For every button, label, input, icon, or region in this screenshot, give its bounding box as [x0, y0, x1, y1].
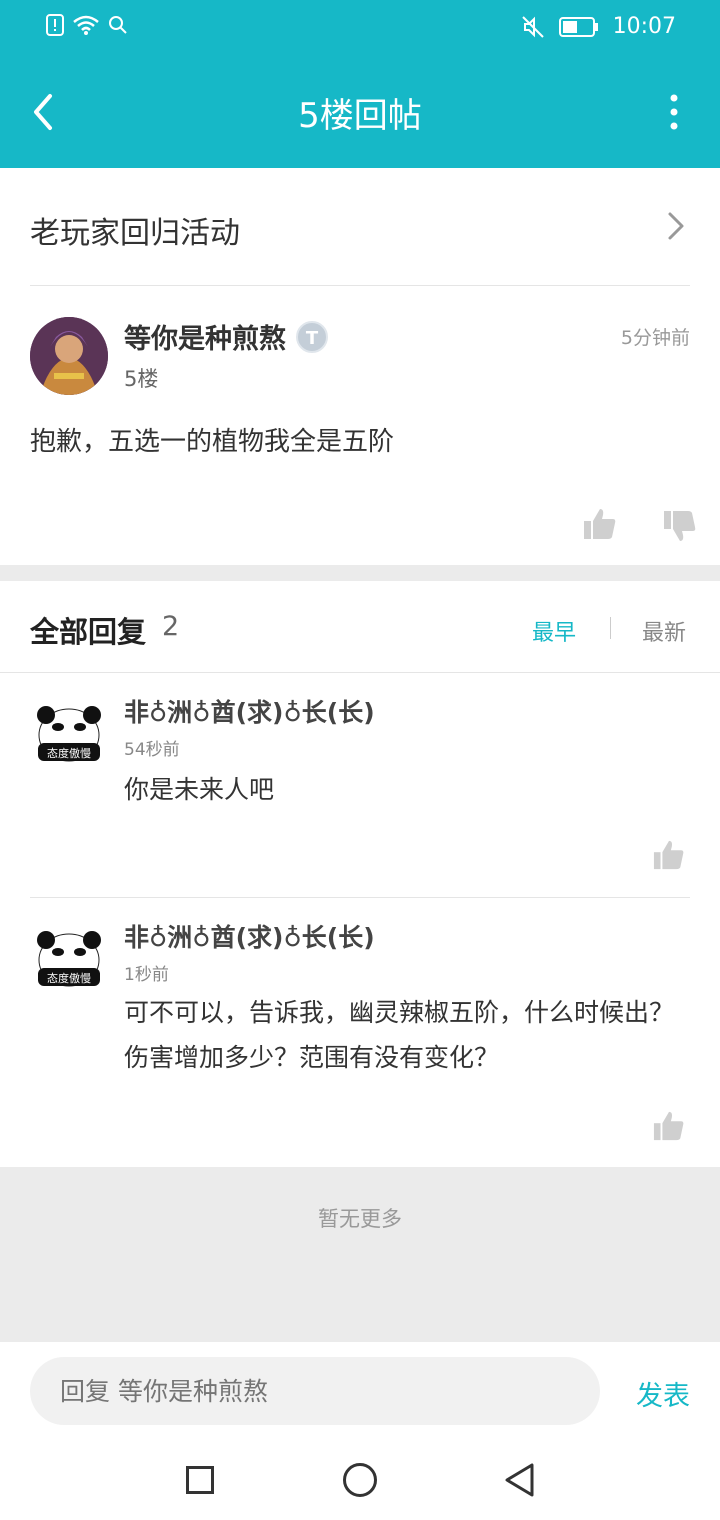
section-gap: [0, 565, 720, 581]
nav-bar: 5楼回帖: [0, 64, 720, 160]
home-icon[interactable]: [343, 1463, 377, 1497]
top-app-bar: 10:07 5楼回帖: [0, 0, 720, 168]
avatar-image: [30, 317, 108, 395]
sort-divider: [610, 617, 611, 639]
battery-icon: [558, 16, 598, 37]
status-time: 10:07: [612, 14, 676, 39]
reply-time: 54秒前: [124, 740, 180, 760]
recents-icon[interactable]: [186, 1466, 214, 1494]
avatar-caption: 态度傲慢: [47, 746, 91, 760]
post-username[interactable]: 等你是种煎熬: [124, 317, 286, 356]
status-icons-left: [46, 14, 128, 36]
reply-time: 1秒前: [124, 965, 169, 985]
activity-banner-row[interactable]: 老玩家回归活动: [30, 168, 690, 286]
system-back-icon[interactable]: [502, 1462, 538, 1498]
mute-icon: [521, 15, 544, 38]
page-title: 5楼回帖: [298, 96, 422, 136]
no-more-footer: 暂无更多: [0, 1167, 720, 1342]
avatar[interactable]: 态度傲慢: [36, 705, 102, 763]
more-options-icon[interactable]: [664, 94, 684, 134]
floor-post: 等你是种煎熬 T 5楼 5分钟前 抱歉，五选一的植物我全是五阶: [0, 287, 720, 565]
alert-icon: [46, 14, 64, 36]
reply-username[interactable]: 非♁洲♁酋(求)♁长(长): [124, 693, 375, 729]
post-time: 5分钟前: [620, 327, 690, 349]
sort-earliest-button[interactable]: 最早: [532, 615, 576, 647]
chevron-right-icon: [668, 212, 684, 240]
list-item: 态度傲慢 非♁洲♁酋(求)♁长(长) 54秒前 你是未来人吧: [0, 673, 720, 897]
avatar[interactable]: [30, 317, 108, 395]
wifi-icon: [73, 15, 99, 35]
search-icon: [109, 16, 127, 34]
status-bar: 10:07: [0, 0, 720, 56]
post-floor: 5楼: [124, 367, 159, 391]
replies-title: 全部回复: [30, 615, 147, 649]
avatar-caption: 态度傲慢: [47, 971, 91, 985]
reply-content: 可不可以，告诉我，幽灵辣椒五阶，什么时候出？伤害增加多少？范围有没有变化？: [124, 998, 675, 1072]
thumbs-up-icon[interactable]: [652, 839, 686, 871]
thumbs-up-icon[interactable]: [652, 1110, 686, 1142]
post-content: 抱歉，五选一的植物我全是五阶: [30, 427, 395, 457]
replies-header: 全部回复 2 最早 最新: [0, 581, 720, 673]
send-button[interactable]: 发表: [636, 1374, 690, 1413]
thumbs-up-icon[interactable]: [582, 507, 618, 541]
reply-composer: 发表: [0, 1342, 720, 1442]
reply-content: 你是未来人吧: [124, 775, 275, 804]
replies-count: 2: [162, 611, 180, 642]
list-item: 态度傲慢 非♁洲♁酋(求)♁长(长) 1秒前 可不可以，告诉我，幽灵辣椒五阶，什…: [0, 898, 720, 1166]
thumbs-down-icon[interactable]: [662, 509, 698, 543]
status-icons-right: 10:07: [521, 14, 676, 39]
avatar[interactable]: 态度傲慢: [36, 930, 102, 988]
reply-username[interactable]: 非♁洲♁酋(求)♁长(长): [124, 918, 375, 954]
level-badge: T: [296, 320, 328, 353]
no-more-text: 暂无更多: [318, 1207, 402, 1231]
post-user-row: 等你是种煎熬 T: [124, 317, 328, 356]
system-nav-bar: [0, 1442, 720, 1520]
reply-input[interactable]: [30, 1357, 600, 1425]
sort-latest-button[interactable]: 最新: [642, 615, 686, 647]
activity-label: 老玩家回归活动: [30, 216, 240, 251]
